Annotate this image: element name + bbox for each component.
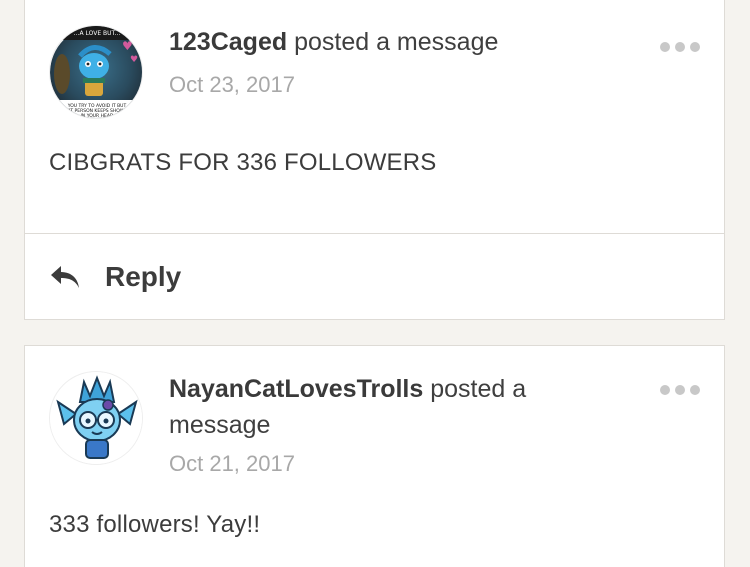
- message-body: 333 followers! Yay!!: [49, 511, 261, 538]
- divider: [25, 233, 724, 234]
- svg-text:IN YOUR HEAD: IN YOUR HEAD: [81, 113, 114, 119]
- svg-text:♥: ♥: [122, 39, 133, 53]
- avatar-image: ♥ ♥ ...A LOVE BUT... YOU TRY TO AVOID IT…: [50, 26, 142, 119]
- post-date: Oct 21, 2017: [169, 451, 295, 476]
- reply-label: Reply: [105, 261, 182, 292]
- message-card: NayanCatLovesTrolls posted a message Oct…: [24, 345, 725, 567]
- reply-button[interactable]: Reply: [49, 255, 181, 299]
- svg-text:♥: ♥: [130, 55, 138, 65]
- avatar[interactable]: [49, 371, 143, 465]
- post-action-text: posted a message: [294, 28, 499, 56]
- post-header: NayanCatLovesTrolls posted a message: [169, 371, 549, 443]
- avatar[interactable]: ♥ ♥ ...A LOVE BUT... YOU TRY TO AVOID IT…: [49, 25, 143, 119]
- more-horizontal-icon: [660, 42, 670, 52]
- post-date: Oct 23, 2017: [169, 72, 295, 97]
- message-feed: ♥ ♥ ...A LOVE BUT... YOU TRY TO AVOID IT…: [0, 0, 750, 567]
- message-body: CIBGRATS FOR 336 FOLLOWERS: [49, 149, 437, 176]
- message-card: ♥ ♥ ...A LOVE BUT... YOU TRY TO AVOID IT…: [24, 0, 725, 320]
- more-horizontal-icon: [660, 385, 670, 395]
- username-link[interactable]: NayanCatLovesTrolls: [169, 375, 423, 403]
- more-options-button[interactable]: [660, 384, 700, 396]
- avatar-image: [50, 372, 142, 464]
- reply-arrow-icon: [51, 266, 79, 288]
- username-link[interactable]: 123Caged: [169, 28, 287, 56]
- avatar-caption-top: ...A LOVE BUT...: [74, 30, 121, 37]
- more-options-button[interactable]: [660, 41, 700, 53]
- post-header: 123Caged posted a message: [169, 24, 569, 60]
